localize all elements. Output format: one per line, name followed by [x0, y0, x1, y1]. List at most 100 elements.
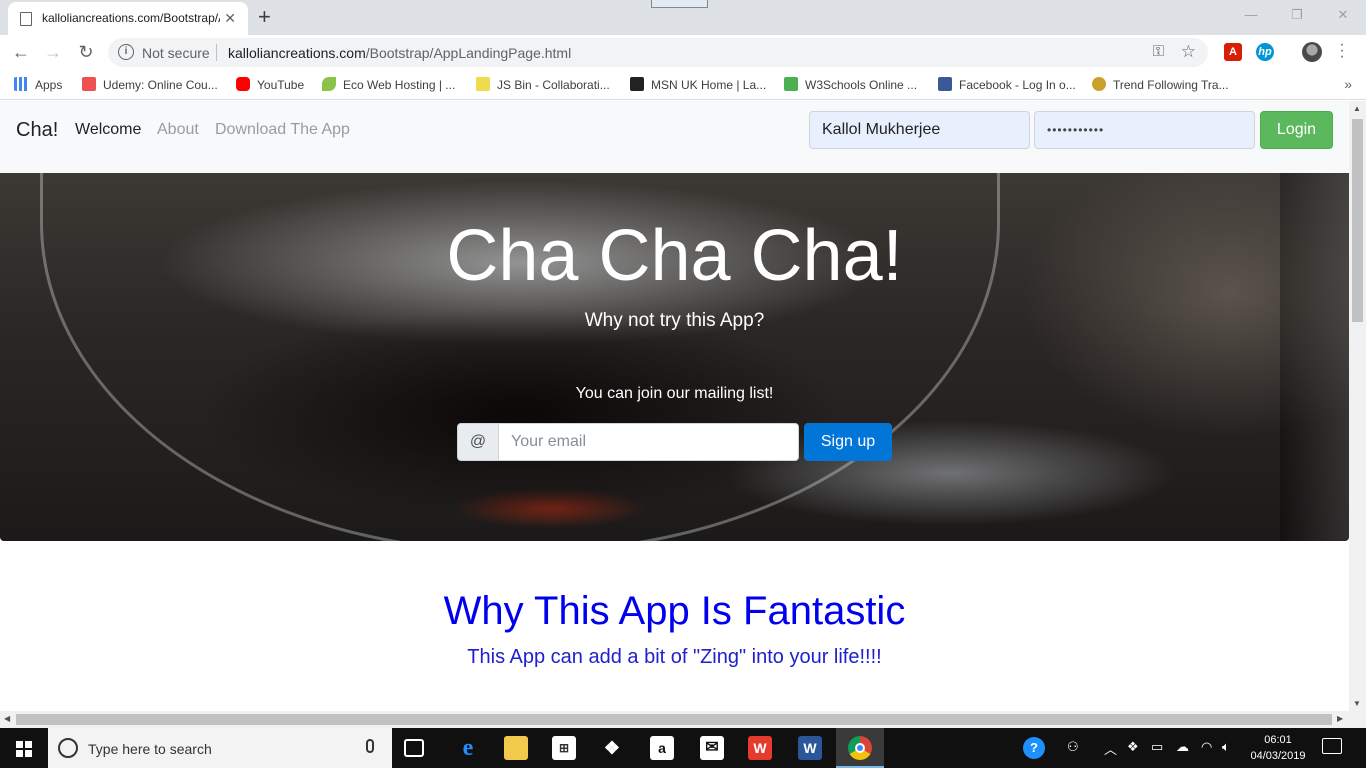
scroll-up-icon[interactable]: ▲: [1353, 104, 1361, 113]
chrome-taskbar-item[interactable]: [836, 728, 884, 768]
wps-office-icon[interactable]: W: [748, 736, 772, 760]
bookmark-trend-following[interactable]: Trend Following Tra...: [1092, 77, 1229, 93]
bookmark-star-icon[interactable]: ☆: [1181, 42, 1196, 62]
hero-title: Cha Cha Cha!: [446, 216, 903, 296]
msn-icon: [630, 77, 644, 91]
hero-subtitle: Why not try this App?: [584, 310, 765, 331]
window-controls: — ❐ ✕: [1228, 0, 1366, 30]
chrome-menu-icon[interactable]: · · ·: [1338, 37, 1346, 65]
bookmark-facebook[interactable]: Facebook - Log In o...: [938, 77, 1076, 93]
bookmark-label: Facebook - Log In o...: [959, 78, 1076, 92]
mail-icon[interactable]: ✉: [700, 736, 724, 760]
taskbar-search-box[interactable]: Type here to search: [48, 728, 392, 768]
onedrive-icon[interactable]: ☁: [1176, 739, 1189, 755]
back-icon[interactable]: ←: [8, 40, 34, 64]
trend-following-icon: [1092, 77, 1106, 91]
bookmark-udemy[interactable]: Udemy: Online Cou...: [82, 77, 218, 93]
start-button[interactable]: [0, 728, 48, 768]
hp-extension-icon[interactable]: hp: [1256, 43, 1274, 61]
hero-section: Cha Cha Cha! Why not try this App? You c…: [0, 173, 1349, 541]
bookmark-label: YouTube: [257, 78, 305, 92]
horizontal-scrollbar[interactable]: ◀ ▶: [0, 711, 1366, 728]
clock-time: 06:01: [1264, 734, 1292, 746]
scroll-left-icon[interactable]: ◀: [4, 714, 10, 723]
url-text[interactable]: kalloliancreations.com/Bootstrap/AppLand…: [228, 45, 571, 61]
nav-link-download[interactable]: Download The App: [215, 121, 350, 139]
at-sign-addon: @: [457, 423, 499, 461]
w3schools-icon: [784, 77, 798, 91]
store-icon[interactable]: ⊞: [552, 736, 576, 760]
site-info-icon[interactable]: i: [118, 44, 134, 60]
browser-toolbar: ← → ↻ i Not secure kalloliancreations.co…: [0, 35, 1366, 70]
chrome-icon: [848, 736, 872, 760]
adobe-pdf-extension-icon[interactable]: A: [1224, 43, 1242, 61]
bookmark-w3schools[interactable]: W3Schools Online ...: [784, 77, 917, 93]
people-icon[interactable]: ⚇: [1067, 739, 1079, 755]
tab-close-icon[interactable]: ✕: [224, 10, 236, 27]
bookmark-label: W3Schools Online ...: [805, 78, 918, 92]
bookmark-jsbin[interactable]: JS Bin - Collaborati...: [476, 77, 610, 93]
minimize-icon[interactable]: —: [1228, 0, 1274, 30]
site-brand[interactable]: Cha!: [16, 119, 58, 142]
bookmark-youtube[interactable]: YouTube: [236, 77, 304, 93]
file-explorer-icon[interactable]: [504, 736, 528, 760]
bookmark-eco-web-hosting[interactable]: Eco Web Hosting | ...: [322, 77, 455, 93]
word-icon[interactable]: W: [798, 736, 822, 760]
nav-link-welcome[interactable]: Welcome: [75, 121, 141, 139]
vertical-scroll-thumb[interactable]: [1352, 119, 1363, 322]
scroll-down-icon[interactable]: ▼: [1353, 699, 1361, 708]
show-hidden-icons-chevron-icon[interactable]: ︿: [1104, 739, 1117, 758]
amazon-icon[interactable]: a: [650, 736, 674, 760]
system-clock[interactable]: 06:01 04/03/2019: [1250, 732, 1306, 764]
browser-tab[interactable]: kalloliancreations.com/Bootstrap/AppLand…: [8, 2, 248, 35]
site-navbar: Cha! Welcome About Download The App Logi…: [0, 101, 1349, 173]
bookmark-msn[interactable]: MSN UK Home | La...: [630, 77, 766, 93]
bookmark-apps[interactable]: Apps: [14, 77, 62, 93]
windows-taskbar: Type here to search e ⊞ ❖ a ✉ W W ? ⚇ ︿ …: [0, 728, 1366, 768]
email-input-group: @: [457, 423, 799, 461]
dropbox-tray-icon[interactable]: ❖: [1127, 739, 1139, 755]
vertical-scrollbar[interactable]: ▲ ▼: [1349, 101, 1366, 711]
profile-avatar[interactable]: [1302, 42, 1322, 62]
microphone-icon[interactable]: [366, 739, 374, 753]
forward-icon[interactable]: →: [40, 40, 66, 64]
window-drag-marker: [651, 0, 708, 8]
bookmark-label: Apps: [35, 78, 63, 92]
scroll-right-icon[interactable]: ▶: [1337, 714, 1343, 723]
bookmark-label: Eco Web Hosting | ...: [343, 78, 456, 92]
taskbar-search-placeholder: Type here to search: [88, 741, 212, 757]
email-field[interactable]: [499, 423, 799, 461]
features-subheading: This App can add a bit of "Zing" into yo…: [467, 646, 882, 668]
close-window-icon[interactable]: ✕: [1320, 0, 1366, 30]
browser-tab-strip: kalloliancreations.com/Bootstrap/AppLand…: [0, 0, 1366, 35]
dropbox-icon[interactable]: ❖: [600, 736, 624, 760]
password-input[interactable]: [1034, 111, 1255, 149]
action-center-icon[interactable]: [1322, 738, 1342, 754]
more-bookmarks-icon[interactable]: »: [1344, 76, 1352, 92]
signup-button[interactable]: Sign up: [804, 423, 892, 461]
help-icon[interactable]: ?: [1023, 737, 1045, 759]
wifi-icon[interactable]: ◠: [1201, 739, 1212, 755]
nav-link-about[interactable]: About: [157, 121, 199, 139]
task-view-icon[interactable]: [404, 739, 424, 757]
horizontal-scroll-thumb[interactable]: [16, 714, 1332, 725]
reload-icon[interactable]: ↻: [73, 40, 99, 64]
volume-icon[interactable]: 🔈︎: [1222, 739, 1230, 755]
username-input[interactable]: [809, 111, 1030, 149]
security-status[interactable]: Not secure: [142, 45, 210, 61]
udemy-icon: [82, 77, 96, 91]
url-host: kalloliancreations.com: [228, 45, 366, 61]
bookmark-label: Udemy: Online Cou...: [103, 78, 218, 92]
edge-browser-icon[interactable]: e: [456, 736, 480, 760]
page-favicon-icon: [20, 12, 32, 26]
login-button[interactable]: Login: [1260, 111, 1333, 149]
key-icon[interactable]: ⚿: [1153, 43, 1164, 60]
new-tab-icon[interactable]: +: [258, 4, 271, 30]
battery-icon[interactable]: ▭: [1151, 739, 1163, 755]
cortana-icon[interactable]: [58, 738, 78, 758]
jsbin-icon: [476, 77, 490, 91]
youtube-icon: [236, 77, 250, 91]
restore-icon[interactable]: ❐: [1274, 0, 1320, 30]
bookmark-label: Trend Following Tra...: [1113, 78, 1229, 92]
address-bar[interactable]: i Not secure kalloliancreations.com/Boot…: [108, 38, 1208, 67]
